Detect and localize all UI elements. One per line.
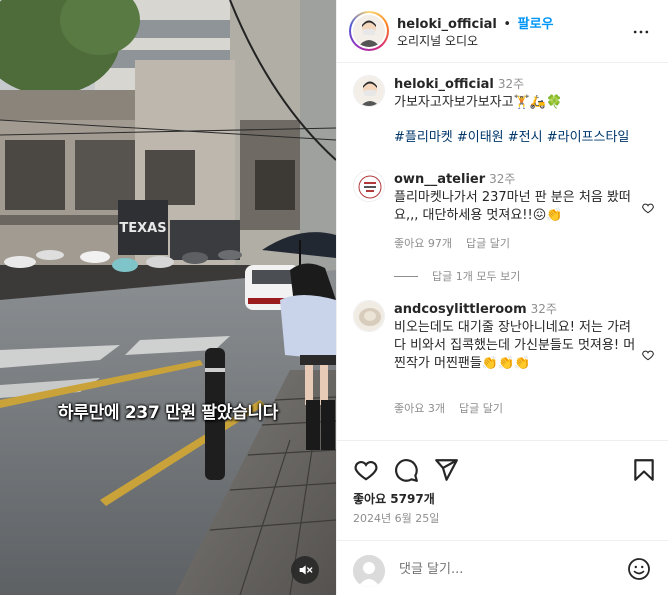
comment-avatar[interactable] bbox=[353, 170, 385, 202]
more-options-icon[interactable] bbox=[631, 22, 651, 42]
caption-text: 가보자고자보가보자고🏋️🛵🍀 bbox=[394, 95, 563, 110]
comment-avatar[interactable] bbox=[353, 300, 385, 332]
reply-button[interactable]: 답글 달기 bbox=[466, 237, 510, 250]
comment-username[interactable]: own__atelier bbox=[394, 172, 485, 187]
comment-time[interactable]: 32주 bbox=[489, 172, 515, 186]
reply-button[interactable]: 답글 달기 bbox=[459, 402, 503, 415]
comment-meta: 좋아요 3개 답글 달기 bbox=[394, 400, 517, 416]
current-user-avatar bbox=[353, 555, 385, 587]
comment-like-heart-icon[interactable] bbox=[641, 201, 655, 215]
comment-time[interactable]: 32주 bbox=[531, 302, 557, 316]
comment: andcosylittleroom 32주 비오는데도 대기줄 장난아니네요! 저… bbox=[394, 300, 638, 373]
default-avatar-icon bbox=[353, 555, 385, 587]
avatar-icon bbox=[353, 15, 385, 47]
view-replies-button[interactable]: 답글 1개 모두 보기 bbox=[394, 268, 520, 284]
post-date[interactable]: 2024년 6월 25일 bbox=[353, 510, 439, 526]
atelier-logo-icon bbox=[354, 171, 384, 201]
comment-meta: 좋아요 97개 답글 달기 bbox=[394, 235, 524, 251]
cozy-room-avatar-icon bbox=[354, 301, 384, 331]
bookmark-icon[interactable] bbox=[631, 457, 657, 483]
speaker-muted-icon bbox=[299, 565, 313, 575]
avatar-icon bbox=[354, 76, 384, 106]
caption-hashtags[interactable]: #플리마켓 #이태원 #전시 #라이프스타일 bbox=[394, 129, 664, 147]
comment-like-count[interactable]: 좋아요 97개 bbox=[394, 237, 452, 250]
heart-icon[interactable] bbox=[353, 457, 379, 483]
caption-time[interactable]: 32주 bbox=[498, 77, 524, 91]
comment-like-count[interactable]: 좋아요 3개 bbox=[394, 402, 445, 415]
store-sign-text: TEXAS bbox=[119, 221, 166, 236]
add-comment-bar bbox=[337, 540, 668, 595]
separator-dot: • bbox=[503, 17, 512, 32]
comment-username[interactable]: andcosylittleroom bbox=[394, 302, 527, 317]
comment-text: 플리마켓나가서 237마넌 판 분은 처음 봤떠요,,, 대단하세용 멋져요!!… bbox=[394, 190, 631, 223]
author-avatar[interactable] bbox=[349, 11, 389, 51]
caption-author-avatar[interactable] bbox=[353, 75, 385, 107]
likes-count[interactable]: 좋아요 5797개 bbox=[353, 490, 435, 507]
mute-button[interactable] bbox=[291, 556, 319, 584]
comment-icon[interactable] bbox=[393, 457, 419, 483]
view-replies-label: 답글 1개 모두 보기 bbox=[432, 270, 521, 283]
video-subtitle: 하루만에 237 만원 팔았습니다 bbox=[57, 403, 279, 423]
caption-username[interactable]: heloki_official bbox=[394, 77, 494, 92]
reel-video[interactable]: TEXAS 하루만에 237 만원 팔았습니다 bbox=[0, 0, 336, 595]
comment-like-heart-icon[interactable] bbox=[641, 348, 655, 362]
emoji-icon[interactable] bbox=[627, 557, 651, 581]
comment-input[interactable] bbox=[399, 557, 609, 581]
caption: heloki_official 32주 가보자고자보가보자고🏋️🛵🍀 bbox=[394, 75, 656, 112]
post-header: heloki_official • 팔로우 오리지널 오디오 bbox=[337, 0, 668, 63]
comment: own__atelier 32주 플리마켓나가서 237마넌 판 분은 처음 봤떠… bbox=[394, 170, 634, 225]
share-icon[interactable] bbox=[433, 457, 459, 483]
comment-text: 비오는데도 대기줄 장난아니네요! 저는 가려다 비와서 집콕했는데 가신분들도… bbox=[394, 320, 636, 371]
comments-section[interactable]: heloki_official 32주 가보자고자보가보자고🏋️🛵🍀 #플리마켓 … bbox=[337, 63, 668, 440]
author-username[interactable]: heloki_official bbox=[397, 17, 497, 32]
street-scene-image: TEXAS bbox=[0, 0, 336, 595]
post-details-panel: heloki_official • 팔로우 오리지널 오디오 heloki_of… bbox=[336, 0, 668, 595]
follow-button[interactable]: 팔로우 bbox=[518, 17, 554, 32]
audio-label[interactable]: 오리지널 오디오 bbox=[397, 32, 478, 49]
